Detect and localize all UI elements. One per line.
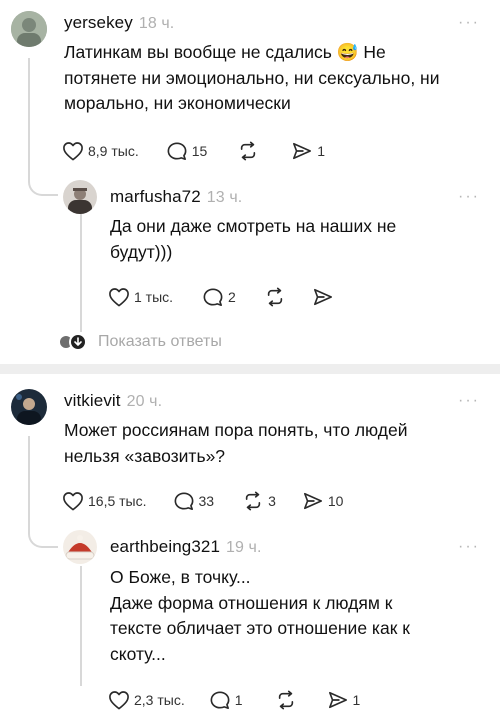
comment-line: О Боже, в точку... [110, 567, 251, 587]
repost-button[interactable] [264, 287, 290, 307]
more-options-button[interactable]: ··· [458, 392, 480, 410]
show-replies-label[interactable]: Показать ответы [98, 333, 222, 351]
share-count: 10 [327, 493, 344, 509]
avatar-marfusha72[interactable] [63, 180, 97, 214]
username-text[interactable]: vitkievit [64, 391, 121, 410]
reply-avatars [58, 333, 88, 351]
reply-button[interactable]: 1 [209, 690, 243, 710]
timestamp: 18 ч. [138, 15, 175, 32]
username[interactable]: vitkievit 20 ч. [64, 391, 162, 411]
paper-plane-icon [293, 142, 312, 160]
reply-button[interactable]: 2 [202, 287, 236, 307]
repost-arrows-icon [267, 287, 283, 307]
username-text[interactable]: marfusha72 [110, 187, 201, 206]
reply-button[interactable]: 15 [166, 141, 208, 161]
comment-text: Может россиянам пора понять, что людей н… [64, 418, 408, 469]
share-button[interactable] [312, 287, 338, 307]
paper-plane-icon [328, 691, 347, 709]
share-button[interactable]: 1 [291, 141, 325, 161]
comment-actions: 1 тыс. 2 [108, 285, 338, 309]
reply-button[interactable]: 33 [173, 491, 215, 511]
comment-actions: 2,3 тыс. 1 1 [108, 688, 360, 712]
comment-line: будут))) [110, 241, 173, 262]
share-button[interactable]: 10 [302, 491, 344, 511]
comment-line: нельзя «завозить»? [64, 445, 226, 466]
more-options-button[interactable]: ··· [458, 188, 480, 206]
comment-line: Может россиянам пора понять, что людей [64, 420, 408, 440]
username-text[interactable]: yersekey [64, 13, 133, 32]
like-button[interactable]: 1 тыс. [108, 287, 173, 307]
arrow-down-icon [74, 337, 82, 346]
thread-connector [28, 58, 58, 196]
paper-plane-icon [313, 288, 332, 306]
reply-count: 15 [191, 143, 208, 159]
comment-line: Латинкам вы вообще не сдались 😅 Не [64, 42, 386, 62]
comment-actions: 16,5 тыс. 33 3 10 [62, 489, 343, 513]
comment-text: О Боже, в точку... Даже форма отношения … [110, 565, 410, 667]
comment-line: тексте обличает это отношение как к [110, 618, 410, 638]
repost-count: 3 [268, 493, 276, 509]
speech-bubble-icon [167, 142, 187, 160]
share-count: 1 [352, 692, 361, 708]
heart-icon [63, 492, 83, 511]
like-button[interactable]: 8,9 тыс. [62, 141, 139, 161]
reply-count: 1 [234, 692, 243, 708]
like-count: 2,3 тыс. [134, 692, 185, 708]
comment-line: морально, ни экономически [64, 93, 291, 113]
comment-line: потянете ни эмоционально, ни сексуально,… [64, 67, 440, 88]
comment-line: Даже форма отношения к людям к [110, 592, 393, 613]
comment-text: Латинкам вы вообще не сдались 😅 Не потян… [64, 40, 439, 117]
speech-bubble-icon [174, 492, 193, 510]
repost-arrows-icon [241, 141, 256, 161]
speech-bubble-icon [210, 691, 230, 709]
thread-connector [80, 212, 82, 332]
show-replies-button[interactable]: Показать ответы [58, 333, 222, 351]
timestamp: 13 ч. [206, 189, 243, 206]
username[interactable]: earthbeing321 19 ч. [110, 537, 262, 557]
username-text[interactable]: earthbeing321 [110, 537, 220, 556]
reply-count: 33 [198, 493, 215, 509]
avatar-vitkievit[interactable] [11, 389, 47, 425]
repost-arrows-icon [278, 690, 293, 710]
section-divider [0, 364, 500, 374]
share-count: 1 [317, 143, 326, 159]
reply-count: 2 [228, 289, 236, 305]
thread-connector [80, 566, 82, 686]
like-button[interactable]: 2,3 тыс. [108, 690, 185, 710]
heart-icon [109, 288, 129, 307]
comment-text: Да они даже смотреть на наших не будут))… [110, 214, 396, 265]
paper-plane-icon [303, 492, 322, 510]
more-options-button[interactable]: ··· [458, 14, 480, 32]
repost-button[interactable] [275, 690, 301, 710]
like-count: 8,9 тыс. [88, 143, 139, 159]
like-button[interactable]: 16,5 тыс. [62, 491, 147, 511]
timestamp: 20 ч. [126, 393, 163, 410]
repost-arrows-icon [245, 491, 261, 511]
thread-connector [28, 436, 58, 548]
like-count: 1 тыс. [134, 289, 174, 305]
repost-button[interactable] [237, 141, 263, 161]
comment-actions: 8,9 тыс. 15 1 [62, 139, 325, 163]
like-count: 16,5 тыс. [88, 493, 147, 509]
speech-bubble-icon [203, 288, 223, 306]
username[interactable]: yersekey 18 ч. [64, 13, 174, 33]
avatar-yersekey[interactable] [11, 11, 47, 47]
share-button[interactable]: 1 [327, 690, 361, 710]
comment-line: скоту... [110, 643, 166, 664]
timestamp: 19 ч. [226, 539, 262, 556]
username[interactable]: marfusha72 13 ч. [110, 187, 242, 207]
heart-icon [63, 142, 83, 161]
avatar-earthbeing321[interactable] [63, 530, 97, 564]
heart-icon [109, 691, 129, 710]
repost-button[interactable]: 3 [242, 491, 276, 511]
comment-line: Да они даже смотреть на наших не [110, 216, 397, 236]
more-options-button[interactable]: ··· [458, 538, 480, 556]
